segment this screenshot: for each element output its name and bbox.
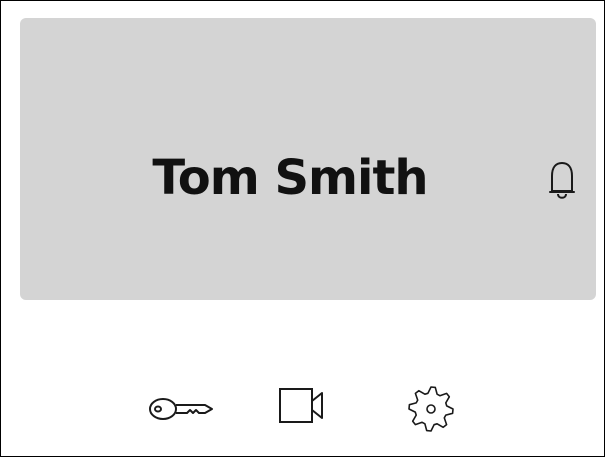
bottom-toolbar [1,366,604,456]
settings-button[interactable] [404,383,458,435]
gear-icon [404,383,458,435]
video-button[interactable] [277,386,333,426]
key-button[interactable] [147,389,217,429]
key-icon [147,389,217,429]
notification-button[interactable] [542,158,582,206]
app-frame: Tom Smith [0,0,605,457]
profile-card: Tom Smith [20,18,596,300]
video-camera-icon [277,386,333,426]
bell-icon [542,158,582,206]
profile-name: Tom Smith [152,150,428,206]
